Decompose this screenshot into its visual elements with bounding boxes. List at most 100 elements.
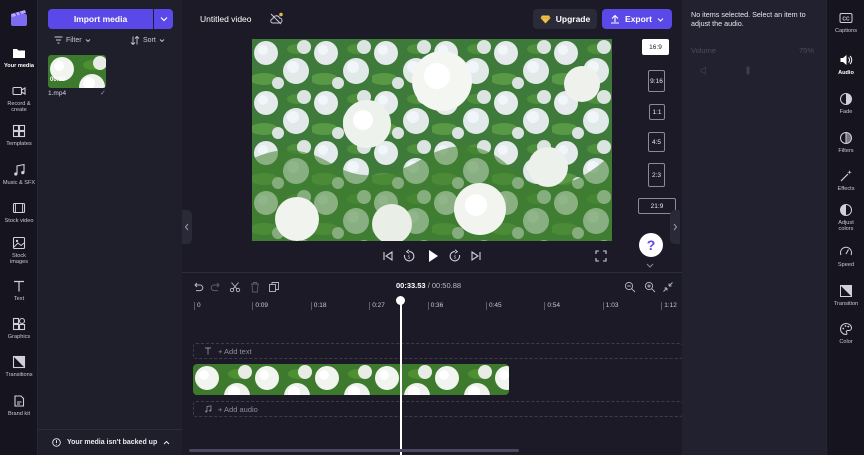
video-preview[interactable]: [252, 39, 612, 241]
nav-label: Stock video: [4, 218, 34, 224]
transition-icon: [840, 285, 852, 297]
fit-timeline-icon[interactable]: [662, 281, 674, 293]
text-icon: [14, 280, 24, 292]
tool-audio[interactable]: Audio: [827, 51, 864, 85]
nav-stock-video[interactable]: Stock video: [0, 199, 38, 233]
tool-fade[interactable]: Fade: [827, 90, 864, 124]
collapse-media-panel-button[interactable]: [182, 210, 192, 244]
project-title[interactable]: Untitled video: [200, 14, 252, 24]
zoom-in-icon[interactable]: [644, 281, 656, 293]
ruler-tick: [194, 302, 195, 310]
upgrade-button[interactable]: Upgrade: [533, 9, 597, 29]
export-button[interactable]: Export: [602, 9, 672, 29]
add-audio-track[interactable]: + Add audio: [193, 401, 683, 417]
nav-label: Stock images: [9, 253, 29, 266]
help-button[interactable]: ?: [639, 233, 663, 257]
preview-frame-image: [252, 39, 612, 241]
cloud-off-icon[interactable]: [269, 12, 283, 26]
zoom-out-icon[interactable]: [624, 281, 636, 293]
tool-filters[interactable]: Filters: [827, 129, 864, 163]
properties-panel: No items selected. Select an item to adj…: [682, 0, 826, 455]
playhead[interactable]: [400, 297, 402, 455]
chevron-left-icon: [184, 223, 189, 231]
left-sidebar: Your media Record & create Templates Mus…: [0, 0, 38, 455]
ruler-label: 0: [197, 302, 201, 309]
aspect-ratio-4-5[interactable]: 4:5: [648, 132, 665, 152]
ruler-tick: [310, 302, 312, 310]
tool-adjust-colors[interactable]: Adjust colors: [827, 201, 864, 235]
clipchamp-logo-icon: [11, 10, 27, 26]
video-clip[interactable]: [193, 364, 509, 395]
nav-record-create[interactable]: Record & create: [0, 82, 38, 116]
speaker-icon: [840, 55, 853, 65]
scissors-icon[interactable]: [229, 281, 241, 293]
aspect-ratio-2-3[interactable]: 2:3: [648, 163, 665, 187]
image-icon: [12, 236, 26, 250]
timeline-scrollbar[interactable]: [189, 449, 519, 452]
nav-graphics[interactable]: Graphics: [0, 315, 38, 349]
playhead-handle[interactable]: [396, 296, 405, 305]
chevron-right-icon: [673, 223, 678, 231]
check-icon: ✓: [100, 90, 106, 97]
import-media-label: Import media: [73, 14, 128, 24]
transitions-icon: [12, 355, 26, 369]
media-thumbnail[interactable]: [48, 55, 106, 88]
import-media-button[interactable]: Import media: [48, 9, 153, 29]
brand-kit-icon: [14, 395, 25, 407]
aspect-ratio-label: 2:3: [651, 171, 662, 179]
nav-stock-images[interactable]: Stock images: [0, 234, 38, 268]
undo-icon[interactable]: [192, 281, 204, 293]
backup-message: Your media isn't backed up: [67, 439, 158, 446]
ruler-label: 1:12: [664, 302, 677, 309]
add-text-label: + Add text: [218, 346, 252, 356]
aspect-ratio-16-9[interactable]: 16:9: [642, 39, 669, 55]
collapse-properties-button[interactable]: [670, 210, 680, 244]
add-text-track[interactable]: + Add text: [193, 343, 683, 359]
upgrade-label: Upgrade: [555, 14, 591, 24]
right-sidebar: CC Captions Audio Fade Filters Effects A…: [826, 0, 864, 455]
ruler-tick: [602, 302, 604, 310]
rewind-5-icon[interactable]: 5: [402, 249, 416, 263]
sort-icon: [130, 36, 140, 45]
svg-text:5: 5: [454, 255, 457, 261]
skip-forward-icon[interactable]: [469, 249, 483, 263]
video-clip-thumbnails: [193, 364, 509, 395]
shapes-icon: [12, 317, 26, 331]
tool-effects[interactable]: Effects: [827, 167, 864, 201]
add-audio-label: + Add audio: [218, 404, 258, 414]
play-icon[interactable]: [425, 248, 441, 264]
music-icon: [14, 163, 25, 176]
tool-color[interactable]: Color: [827, 320, 864, 354]
timeline: 00:33.53 / 00:50.88 0 0:09 0:18 0:27 0:36 0:4…: [182, 272, 683, 455]
redo-icon[interactable]: [210, 281, 222, 293]
forward-5-icon[interactable]: 5: [448, 249, 462, 263]
diamond-icon: [540, 15, 551, 23]
nav-transitions[interactable]: Transitions: [0, 353, 38, 387]
filter-button[interactable]: Filter: [54, 36, 91, 44]
tool-captions[interactable]: CC Captions: [827, 9, 864, 43]
skip-back-icon[interactable]: [381, 249, 395, 263]
ruler-tick: [252, 302, 254, 310]
tool-transition[interactable]: Transition: [827, 282, 864, 316]
aspect-ratio-1-1[interactable]: 1:1: [649, 104, 665, 120]
tool-speed[interactable]: Speed: [827, 243, 864, 277]
nav-label: Templates: [6, 141, 32, 147]
nav-templates[interactable]: Templates: [0, 122, 38, 156]
ruler-tick: [486, 302, 487, 310]
import-options-button[interactable]: [154, 9, 173, 29]
fullscreen-icon[interactable]: [594, 249, 608, 263]
backup-notice[interactable]: Your media isn't backed up: [38, 429, 182, 455]
trash-icon[interactable]: [249, 281, 261, 293]
ruler-label: 0:27: [372, 302, 385, 309]
sort-button[interactable]: Sort: [130, 36, 165, 45]
chevron-down-icon: [657, 17, 664, 22]
aspect-ratio-9-16[interactable]: 9:16: [648, 70, 665, 92]
nav-brand-kit[interactable]: Brand kit: [0, 392, 38, 426]
ruler-label: 0:54: [547, 302, 561, 309]
nav-your-media[interactable]: Your media: [0, 44, 38, 78]
chevron-down-icon[interactable]: [644, 262, 656, 270]
tool-label: Audio: [838, 70, 854, 76]
nav-text[interactable]: Text: [0, 277, 38, 311]
duplicate-icon[interactable]: [268, 281, 280, 293]
nav-music-sfx[interactable]: Music & SFX: [0, 161, 38, 195]
